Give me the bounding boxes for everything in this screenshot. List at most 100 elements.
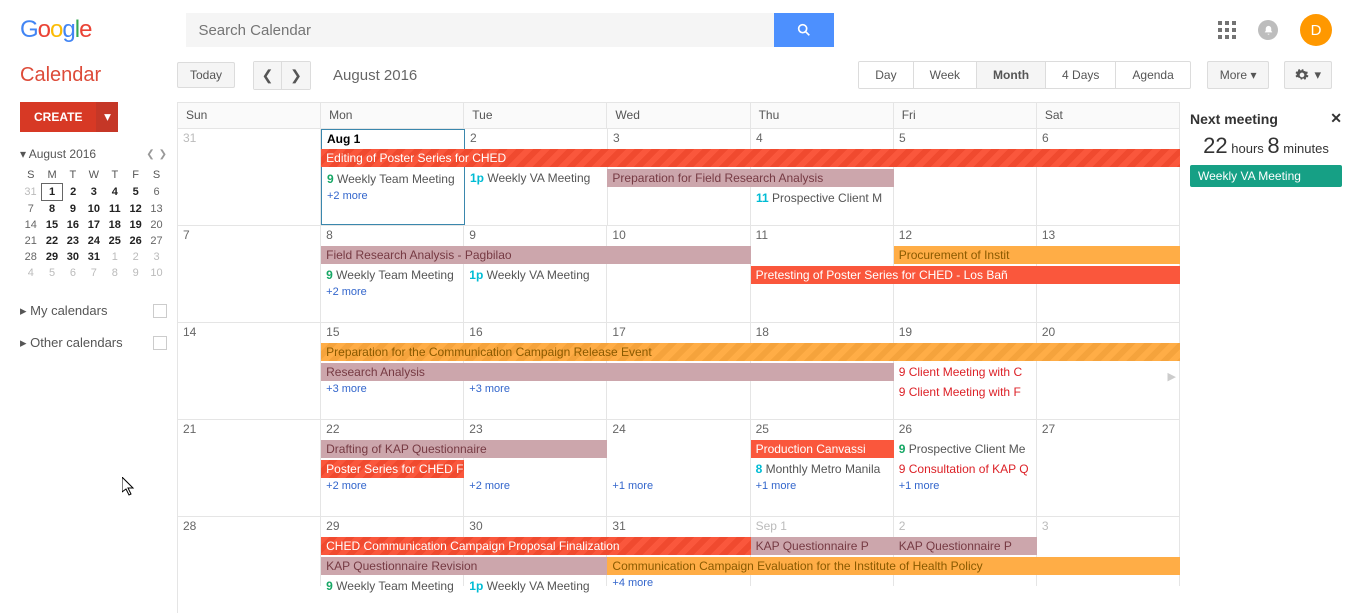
more-button[interactable]: More ▾ bbox=[1207, 61, 1270, 89]
calendar-event[interactable]: Pretesting of Poster Series for CHED - L… bbox=[751, 266, 1180, 284]
calendar-event[interactable]: Preparation for the Communication Campai… bbox=[321, 343, 1180, 361]
calendar-event[interactable]: Poster Series for CHED Finalization bbox=[321, 460, 464, 478]
calendar-event[interactable]: 11 Prospective Client M bbox=[751, 189, 893, 207]
day-cell[interactable]: 59 Ceremony for the Offi bbox=[894, 129, 1037, 225]
mini-day[interactable]: 4 bbox=[104, 184, 125, 201]
mini-day[interactable]: 30 bbox=[62, 249, 83, 265]
calendar-event[interactable]: Research Analysis bbox=[321, 363, 894, 381]
calendar-event[interactable]: 9 Client Meeting with F bbox=[894, 383, 1036, 401]
day-cell[interactable]: 28 bbox=[178, 517, 321, 586]
mini-day[interactable]: 17 bbox=[83, 217, 104, 233]
mini-day[interactable]: 9 bbox=[125, 265, 146, 281]
side-section[interactable]: ▸ My calendars bbox=[20, 295, 167, 327]
view-agenda[interactable]: Agenda bbox=[1116, 62, 1189, 88]
mini-day[interactable]: 8 bbox=[42, 201, 63, 218]
apps-icon[interactable] bbox=[1218, 21, 1236, 39]
mini-day[interactable]: 25 bbox=[104, 233, 125, 249]
calendar-event[interactable]: Procurement of Instit bbox=[894, 246, 1180, 264]
day-cell[interactable]: 21p Weekly VA Meeting bbox=[465, 129, 608, 225]
mini-day[interactable]: 19 bbox=[125, 217, 146, 233]
side-section[interactable]: ▸ Other calendars bbox=[20, 327, 167, 359]
mini-day[interactable]: 2 bbox=[62, 184, 83, 201]
mini-day[interactable]: 9 bbox=[62, 201, 83, 218]
mini-day[interactable]: 11 bbox=[104, 201, 125, 218]
mini-day[interactable]: 18 bbox=[104, 217, 125, 233]
mini-day[interactable]: 15 bbox=[42, 217, 63, 233]
mini-next-icon[interactable]: ❯ bbox=[159, 149, 167, 160]
calendar-event[interactable]: Preparation for Field Research Analysis bbox=[607, 169, 893, 187]
day-cell[interactable]: 20 bbox=[1037, 323, 1180, 419]
day-cell[interactable]: 199 Client Meeting with C9 Client Meetin… bbox=[894, 323, 1037, 419]
today-button[interactable]: Today bbox=[177, 62, 235, 88]
day-cell[interactable]: 258 Monthly Metro Manila+1 more bbox=[751, 420, 894, 516]
day-cell[interactable]: 89 Weekly Team Meeting+2 more bbox=[321, 226, 464, 322]
mini-calendar[interactable]: SMTWTFS 31123456789101112131415161718192… bbox=[20, 167, 167, 281]
mini-day[interactable]: 24 bbox=[83, 233, 104, 249]
mini-day[interactable]: 22 bbox=[42, 233, 63, 249]
prev-button[interactable]: ❮ bbox=[254, 62, 282, 89]
more-link[interactable]: +2 more bbox=[322, 190, 368, 202]
mini-day[interactable]: 6 bbox=[146, 184, 167, 201]
day-cell[interactable]: 6 bbox=[1037, 129, 1180, 225]
mini-day[interactable]: 3 bbox=[83, 184, 104, 201]
mini-day[interactable]: 31 bbox=[83, 249, 104, 265]
create-button[interactable]: CREATE bbox=[20, 102, 96, 132]
mini-day[interactable]: 29 bbox=[42, 249, 63, 265]
calendar-event[interactable]: Communication Campaign Evaluation for th… bbox=[607, 557, 1180, 575]
calendar-event[interactable]: KAP Questionnaire Revision bbox=[321, 557, 607, 575]
next-button[interactable]: ❯ bbox=[282, 62, 310, 89]
mini-day[interactable]: 26 bbox=[125, 233, 146, 249]
mini-day[interactable]: 6 bbox=[62, 265, 83, 281]
mini-day[interactable]: 10 bbox=[83, 201, 104, 218]
more-link[interactable]: +1 more bbox=[894, 480, 940, 492]
calendar-event[interactable]: CHED Communication Campaign Proposal Fin… bbox=[321, 537, 750, 555]
view-4days[interactable]: 4 Days bbox=[1046, 62, 1116, 88]
day-cell[interactable]: 3 bbox=[1037, 517, 1180, 586]
view-day[interactable]: Day bbox=[859, 62, 913, 88]
mini-day[interactable]: 4 bbox=[20, 265, 42, 281]
next-meeting-event[interactable]: Weekly VA Meeting bbox=[1190, 165, 1342, 187]
calendar-event[interactable]: Field Research Analysis - Pagbilao bbox=[321, 246, 750, 264]
calendar-event[interactable]: 1p Weekly VA Meeting bbox=[465, 169, 607, 187]
close-icon[interactable]: ✕ bbox=[1330, 110, 1342, 127]
calendar-event[interactable]: 1p Weekly VA Meeting bbox=[464, 266, 606, 284]
more-link[interactable]: +3 more bbox=[321, 383, 367, 395]
day-cell[interactable]: 31 bbox=[178, 129, 321, 225]
search-button[interactable] bbox=[774, 13, 834, 47]
day-cell[interactable]: 91p Weekly VA Meeting bbox=[464, 226, 607, 322]
calendar-event[interactable]: Production Canvassi bbox=[751, 440, 894, 458]
mini-day[interactable]: 31 bbox=[20, 184, 42, 201]
calendar-event[interactable]: 9 Weekly Team Meeting bbox=[321, 266, 463, 284]
dropdown-box-icon[interactable] bbox=[153, 336, 167, 350]
calendar-event[interactable]: 9 Prospective Client Me bbox=[894, 440, 1036, 458]
mini-day[interactable]: 1 bbox=[104, 249, 125, 265]
mini-day[interactable]: 10 bbox=[146, 265, 167, 281]
day-cell[interactable]: 10 bbox=[607, 226, 750, 322]
mini-day[interactable]: 2 bbox=[125, 249, 146, 265]
day-cell[interactable]: 23+2 more bbox=[464, 420, 607, 516]
calendar-event[interactable]: 9 Consultation of KAP Q bbox=[894, 460, 1036, 478]
more-link[interactable]: +2 more bbox=[464, 480, 510, 492]
calendar-event[interactable]: KAP Questionnaire P bbox=[894, 537, 1037, 555]
mini-day[interactable]: 23 bbox=[62, 233, 83, 249]
calendar-event[interactable]: 1p Weekly VA Meeting bbox=[464, 577, 606, 595]
more-link[interactable]: +1 more bbox=[751, 480, 797, 492]
mini-day[interactable]: 1 bbox=[42, 184, 63, 201]
dropdown-box-icon[interactable] bbox=[153, 304, 167, 318]
mini-day[interactable]: 7 bbox=[20, 201, 42, 218]
mini-day[interactable]: 7 bbox=[83, 265, 104, 281]
more-link[interactable]: +2 more bbox=[321, 480, 367, 492]
day-cell[interactable]: 269 Prospective Client Me9 Consultation … bbox=[894, 420, 1037, 516]
create-dropdown[interactable]: ▾ bbox=[96, 102, 118, 132]
more-link[interactable]: +3 more bbox=[464, 383, 510, 395]
mini-prev-icon[interactable]: ❮ bbox=[146, 149, 154, 160]
settings-button[interactable]: ▾ bbox=[1284, 61, 1332, 89]
calendar-event[interactable]: 8 Monthly Metro Manila bbox=[751, 460, 893, 478]
google-logo[interactable]: Google bbox=[20, 16, 91, 44]
day-cell[interactable]: 24+1 more bbox=[607, 420, 750, 516]
mini-day[interactable]: 21 bbox=[20, 233, 42, 249]
more-link[interactable]: +1 more bbox=[607, 480, 653, 492]
day-cell[interactable]: 21 bbox=[178, 420, 321, 516]
view-week[interactable]: Week bbox=[914, 62, 977, 88]
mini-day[interactable]: 5 bbox=[125, 184, 146, 201]
